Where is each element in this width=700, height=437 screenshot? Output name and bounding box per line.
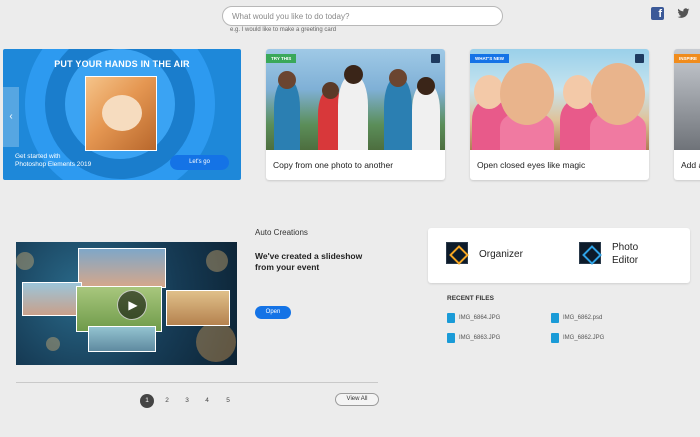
card-caption: Add a (681, 160, 700, 170)
card-tag: INSPIRE (674, 54, 700, 63)
recent-file-name: IMG_6862.JPG (563, 335, 605, 341)
child-figure (384, 78, 412, 150)
recent-file[interactable]: IMG_6862.psd (551, 313, 602, 323)
photo-editor-icon (579, 242, 601, 264)
app-launcher-panel: Organizer Photo Editor (428, 228, 690, 283)
hero-text-line1: Get started with (15, 153, 61, 160)
hero-title: PUT YOUR HANDS IN THE AIR (54, 59, 190, 69)
twitter-icon[interactable] (677, 7, 690, 20)
photo-editor-launcher[interactable]: Photo Editor (560, 228, 690, 283)
organizer-launcher[interactable]: Organizer (428, 228, 558, 283)
recent-file-name: IMG_6863.JPG (459, 335, 501, 341)
child-head (322, 82, 339, 99)
photo-editor-label-line2: Editor (612, 255, 639, 266)
page-4-button[interactable]: 4 (200, 394, 214, 408)
organizer-label: Organizer (479, 249, 523, 260)
facebook-icon[interactable]: f (651, 7, 664, 20)
view-all-button[interactable]: View All (335, 393, 379, 406)
card-caption: Open closed eyes like magic (477, 160, 586, 170)
card-caption: Copy from one photo to another (273, 160, 394, 170)
card-image (266, 49, 445, 150)
card-image (470, 49, 649, 150)
guided-edit-icon (431, 54, 440, 63)
search-input[interactable] (222, 6, 503, 26)
child-figure (338, 76, 368, 150)
guided-edit-icon (635, 54, 644, 63)
card-partial[interactable]: INSPIRE Add a (674, 49, 700, 180)
card-open-closed-eyes[interactable]: WHAT'S NEW Open closed eyes like magic (470, 49, 649, 180)
photo-editor-label-line1: Photo (612, 242, 639, 253)
search-hint: e.g. I would like to make a greeting car… (230, 27, 337, 33)
child-head (591, 63, 645, 125)
open-button[interactable]: Open (255, 306, 291, 319)
bokeh-light (46, 337, 60, 351)
auto-creations-label: Auto Creations (255, 228, 308, 237)
recent-file[interactable]: IMG_6864.JPG (447, 313, 500, 323)
recent-file[interactable]: IMG_6862.JPG (551, 333, 604, 343)
bokeh-light (206, 250, 228, 272)
image-file-icon (551, 333, 559, 343)
page-3-button[interactable]: 3 (180, 394, 194, 408)
slideshow-photo (22, 282, 82, 316)
child-head (500, 63, 554, 125)
child-head (278, 71, 296, 89)
image-file-icon (447, 333, 455, 343)
bokeh-light (16, 252, 34, 270)
card-tag: WHAT'S NEW (470, 54, 509, 63)
recent-file-name: IMG_6862.psd (563, 315, 603, 321)
hero-text: Get started with Photoshop Elements 2019 (15, 153, 91, 169)
hero-cat-photo (85, 76, 157, 151)
slideshow-photo (166, 290, 230, 326)
image-file-icon (447, 313, 455, 323)
page-2-button[interactable]: 2 (160, 394, 174, 408)
lets-go-button[interactable]: Let's go (170, 155, 229, 170)
child-head (563, 75, 593, 109)
slideshow-photo (78, 248, 166, 288)
divider (16, 382, 378, 383)
hero-banner[interactable]: PUT YOUR HANDS IN THE AIR Get started wi… (3, 49, 241, 180)
page-5-button[interactable]: 5 (221, 394, 235, 408)
card-copy-photo[interactable]: TRY THIS Copy from one photo to another (266, 49, 445, 180)
psd-file-icon (551, 313, 559, 323)
recent-files-heading: RECENT FILES (447, 295, 494, 302)
play-icon[interactable]: ▶ (117, 290, 147, 320)
child-head (417, 77, 435, 95)
carousel-prev-arrow-icon[interactable]: ‹ (3, 87, 19, 147)
card-image (674, 49, 700, 150)
cat-face (102, 95, 142, 131)
recent-file-name: IMG_6864.JPG (459, 315, 501, 321)
slideshow-photo (88, 326, 156, 352)
card-tag: TRY THIS (266, 54, 297, 63)
child-head (389, 69, 407, 87)
organizer-icon (446, 242, 468, 264)
child-head (344, 65, 363, 84)
page-1-button[interactable]: 1 (140, 394, 154, 408)
hero-text-line2: Photoshop Elements 2019 (15, 161, 92, 168)
auto-creations-title: We've created a slideshow from your even… (255, 251, 363, 272)
bokeh-light (196, 322, 236, 362)
recent-file[interactable]: IMG_6863.JPG (447, 333, 500, 343)
child-figure (274, 80, 300, 150)
